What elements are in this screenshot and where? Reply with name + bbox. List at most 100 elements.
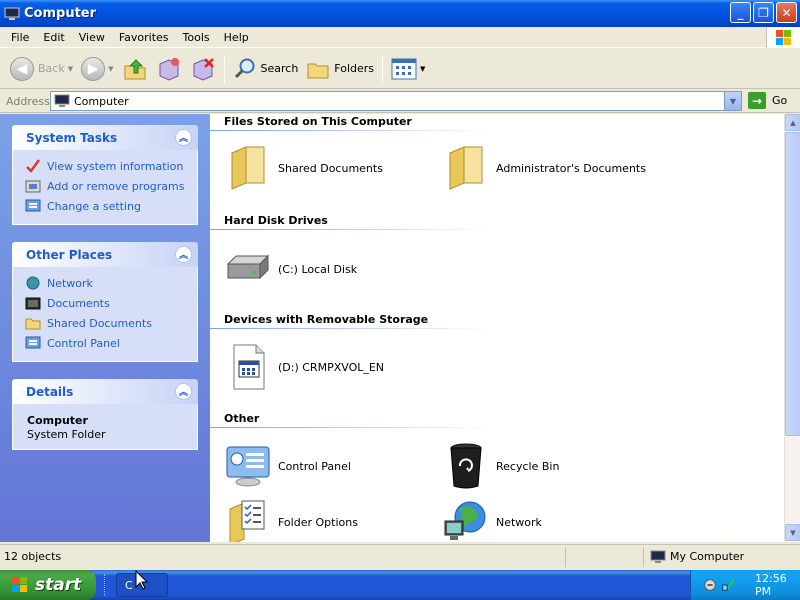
shared-documents-link[interactable]: Shared Documents [25, 313, 197, 333]
go-label: Go [772, 94, 788, 107]
back-arrow-icon: ◀ [10, 56, 34, 81]
link-label: Add or remove programs [47, 179, 185, 193]
collapse-icon[interactable]: ︽ [175, 246, 192, 263]
system-tasks-title: System Tasks [26, 130, 118, 145]
folders-label: Folders [334, 62, 375, 75]
folders-button[interactable]: Folders [302, 52, 378, 86]
back-label: Back [38, 62, 65, 75]
link-label: Control Panel [47, 336, 120, 350]
title-bar[interactable]: Computer _ ❐ ✕ [0, 0, 800, 27]
other-places-header[interactable]: Other Places ︽ [12, 242, 198, 267]
clock[interactable]: 12:56 PM [755, 572, 800, 598]
windows-logo-icon [12, 577, 27, 592]
other-places-title: Other Places [26, 247, 113, 262]
taskbar-window-label: C [125, 578, 133, 592]
status-object-count: 12 objects [4, 550, 62, 563]
recycle-bin-item[interactable]: Recycle Bin [442, 442, 559, 490]
up-folder-icon [124, 58, 145, 79]
change-setting-link[interactable]: Change a setting [25, 196, 197, 216]
details-header[interactable]: Details ︽ [12, 379, 198, 404]
collapse-icon[interactable]: ︽ [175, 383, 192, 400]
tray-network-icon[interactable] [721, 577, 735, 593]
control-panel-item[interactable]: Control Panel [224, 442, 351, 490]
group-divider [210, 229, 495, 230]
go-arrow-icon: → [748, 92, 766, 109]
add-remove-programs-link[interactable]: Add or remove programs [25, 176, 197, 196]
chevron-down-icon: ▼ [67, 64, 74, 73]
back-button[interactable]: ◀ Back ▼ [6, 52, 77, 86]
delete-button[interactable] [186, 52, 220, 86]
administrators-documents-item[interactable]: Administrator's Documents [442, 144, 646, 192]
scroll-down-button[interactable]: ▼ [785, 524, 800, 541]
go-button[interactable]: → Go [748, 92, 787, 109]
scroll-thumb[interactable] [785, 132, 800, 436]
network-item[interactable]: Network [442, 498, 542, 542]
network-icon [25, 275, 41, 291]
menu-favorites[interactable]: Favorites [112, 31, 176, 44]
details-type: System Folder [27, 428, 106, 441]
group-header-removable: Devices with Removable Storage [224, 313, 429, 326]
move-to-icon [159, 57, 179, 81]
taskbar: start C 12:56 PM [0, 570, 800, 600]
address-bar: Address Computer ▼ → Go [0, 90, 800, 113]
up-button[interactable] [118, 52, 152, 86]
views-icon [391, 58, 417, 79]
address-dropdown-button[interactable]: ▼ [724, 92, 741, 110]
documents-link[interactable]: Documents [25, 293, 197, 313]
system-tasks-panel: System Tasks ︽ View system information A… [12, 125, 198, 225]
group-divider [210, 427, 495, 428]
menu-file[interactable]: File [4, 31, 36, 44]
network-icon [442, 498, 490, 542]
local-disk-item[interactable]: (C:) Local Disk [224, 245, 357, 293]
forward-button[interactable]: ▶ ▼ [77, 52, 117, 86]
control-panel-link[interactable]: Control Panel [25, 333, 197, 353]
group-header-hard-disk: Hard Disk Drives [224, 214, 328, 227]
item-label: Recycle Bin [496, 459, 560, 473]
group-header-files: Files Stored on This Computer [224, 115, 412, 128]
search-button[interactable]: Search [229, 52, 303, 86]
computer-icon [650, 550, 666, 563]
link-label: Network [47, 276, 93, 290]
start-button[interactable]: start [0, 570, 96, 600]
item-label: (D:) CRMPXVOL_EN [278, 360, 385, 374]
menu-tools[interactable]: Tools [176, 31, 217, 44]
minimize-button[interactable]: _ [730, 2, 751, 23]
collapse-icon[interactable]: ︽ [175, 129, 192, 146]
recycle-bin-icon [442, 442, 490, 490]
menu-help[interactable]: Help [217, 31, 256, 44]
vertical-scrollbar[interactable]: ▲ ▼ [784, 114, 800, 542]
add-remove-programs-icon [25, 178, 41, 194]
link-label: View system information [47, 159, 184, 173]
menu-view[interactable]: View [72, 31, 112, 44]
chevron-down-icon: ▼ [420, 64, 426, 73]
start-label: start [35, 575, 82, 595]
shared-documents-item[interactable]: Shared Documents [224, 144, 383, 192]
delete-icon [193, 57, 214, 81]
status-location: My Computer [670, 550, 745, 563]
network-link[interactable]: Network [25, 273, 197, 293]
toolbar-separator [382, 54, 384, 83]
folder-icon [442, 144, 490, 192]
link-label: Change a setting [47, 199, 141, 213]
view-system-info-link[interactable]: View system information [25, 156, 197, 176]
item-label: Administrator's Documents [496, 161, 646, 175]
control-panel-icon [25, 198, 41, 214]
tray-status-icon[interactable] [703, 577, 717, 593]
content-area: Files Stored on This Computer Shared Doc… [210, 114, 784, 542]
menu-bar: File Edit View Favorites Tools Help [0, 27, 800, 48]
address-input[interactable]: Computer ▼ [50, 91, 742, 111]
taskbar-grip[interactable] [104, 574, 108, 596]
restore-button[interactable]: ❐ [753, 2, 774, 23]
system-tasks-header[interactable]: System Tasks ︽ [12, 125, 198, 150]
toolbar: ◀ Back ▼ ▶ ▼ Search Folders ▼ [0, 49, 800, 89]
folder-icon [224, 144, 272, 192]
menu-edit[interactable]: Edit [36, 31, 71, 44]
close-button[interactable]: ✕ [776, 2, 797, 23]
forward-arrow-icon: ▶ [81, 56, 106, 81]
move-to-button[interactable] [152, 52, 186, 86]
folder-options-item[interactable]: Folder Options [224, 498, 358, 542]
scroll-up-button[interactable]: ▲ [785, 114, 800, 131]
computer-icon [4, 7, 20, 20]
views-button[interactable]: ▼ [387, 52, 429, 86]
cd-drive-item[interactable]: (D:) CRMPXVOL_EN [224, 343, 384, 391]
